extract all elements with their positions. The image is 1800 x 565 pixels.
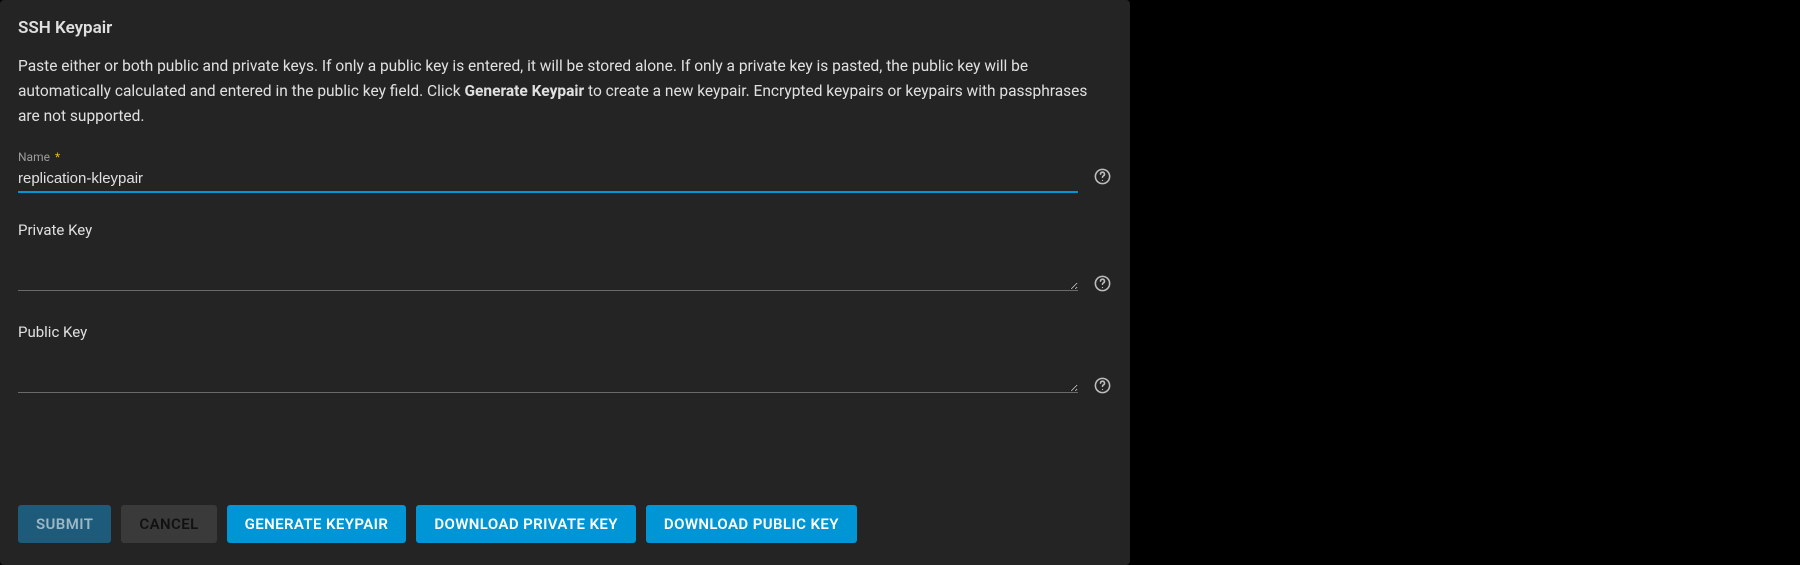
ssh-keypair-panel: SSH Keypair Paste either or both public … [0, 0, 1130, 565]
panel-title: SSH Keypair [18, 18, 1112, 38]
public-key-input[interactable] [18, 351, 1078, 393]
name-field-group: Name * [18, 150, 1112, 193]
help-icon[interactable] [1092, 375, 1112, 395]
name-label: Name * [18, 150, 1112, 164]
private-key-field-group: Private Key [18, 221, 1112, 295]
name-input[interactable] [18, 168, 1078, 193]
private-key-wrap [18, 249, 1078, 295]
cancel-button[interactable]: CANCEL [121, 505, 216, 543]
description-bold: Generate Keypair [464, 82, 584, 100]
download-public-key-button[interactable]: DOWNLOAD PUBLIC KEY [646, 505, 857, 543]
help-icon[interactable] [1092, 166, 1112, 186]
private-key-input[interactable] [18, 249, 1078, 291]
panel-description: Paste either or both public and private … [18, 54, 1112, 128]
public-key-wrap [18, 351, 1078, 397]
generate-keypair-button[interactable]: GENERATE KEYPAIR [227, 505, 407, 543]
private-key-label: Private Key [18, 221, 1112, 239]
name-label-text: Name [18, 150, 50, 164]
help-icon[interactable] [1092, 273, 1112, 293]
button-row: SUBMIT CANCEL GENERATE KEYPAIR DOWNLOAD … [18, 505, 857, 543]
download-private-key-button[interactable]: DOWNLOAD PRIVATE KEY [416, 505, 636, 543]
submit-button[interactable]: SUBMIT [18, 505, 111, 543]
public-key-field-group: Public Key [18, 323, 1112, 397]
required-asterisk: * [55, 150, 60, 164]
public-key-label: Public Key [18, 323, 1112, 341]
